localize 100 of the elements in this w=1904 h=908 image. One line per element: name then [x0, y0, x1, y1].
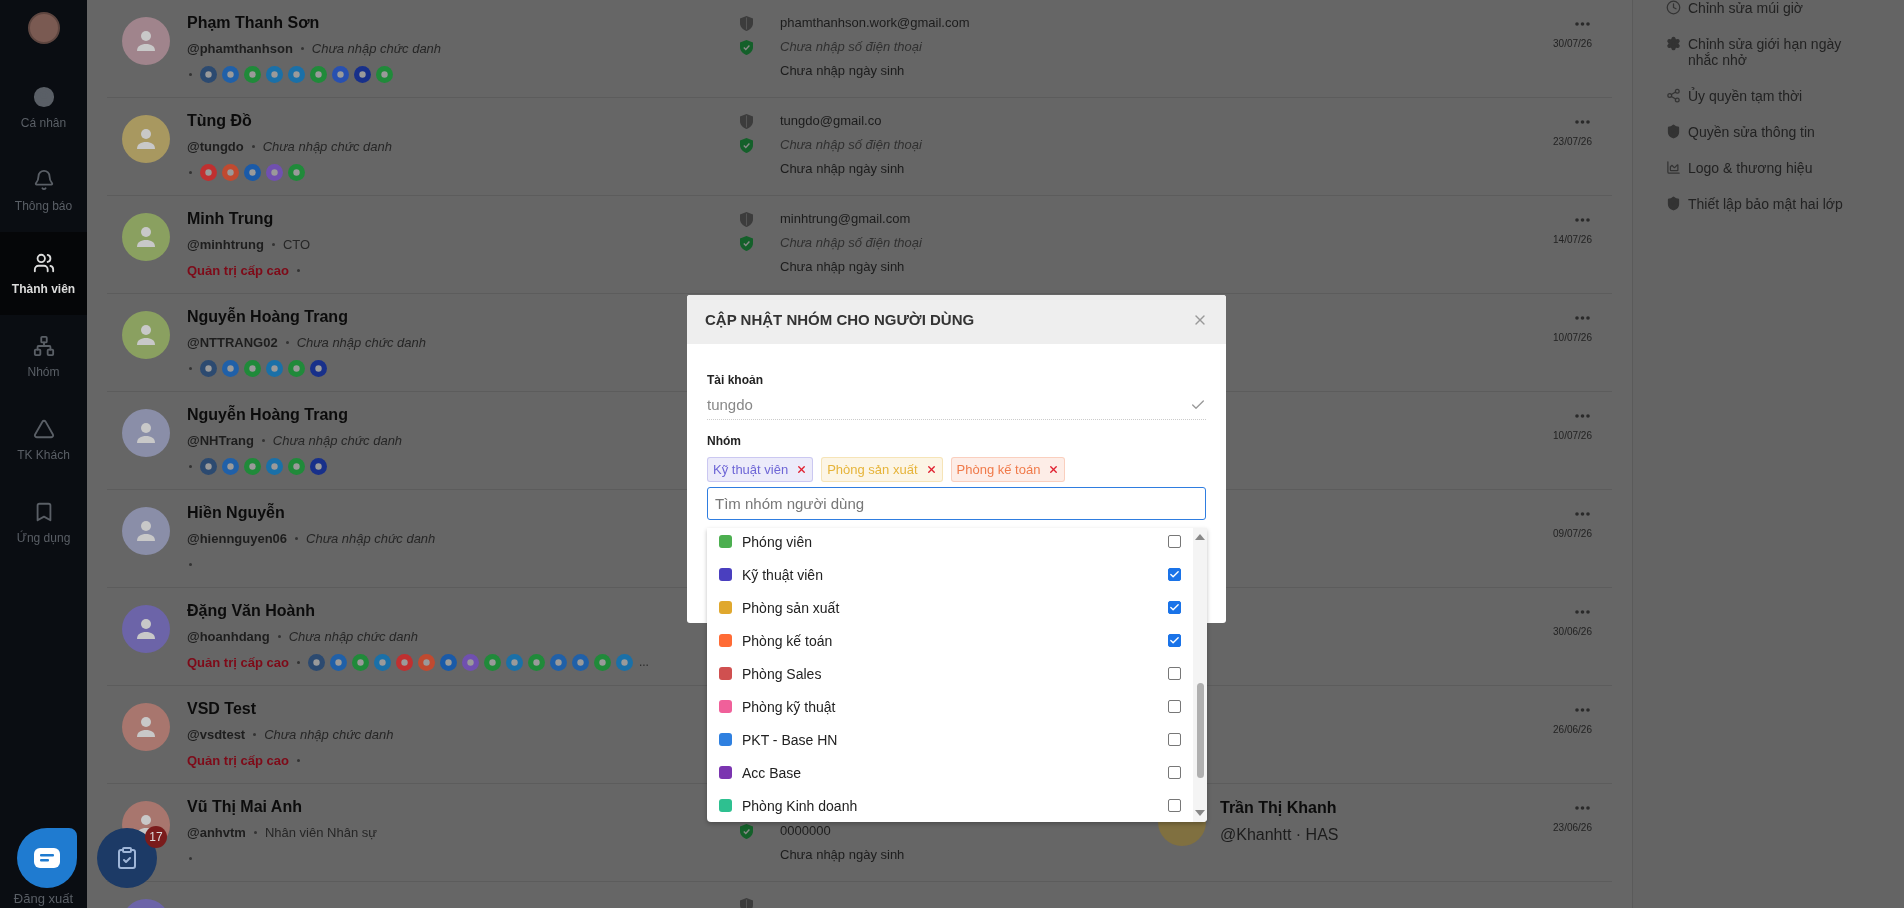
member-name: Minh Trung [187, 209, 274, 229]
separator-dot [251, 144, 255, 148]
separator-dot [189, 856, 192, 860]
more-icon [1574, 316, 1590, 320]
job-title: Chưa nhập chức danh [272, 432, 403, 448]
sidebar-item[interactable]: Thông báo [0, 149, 87, 232]
bell-icon [32, 168, 55, 191]
checkbox[interactable] [1168, 568, 1181, 581]
date-text: 10/07/26 [1553, 430, 1592, 441]
settings-link[interactable]: Chỉnh sửa múi giờ [1688, 0, 1858, 16]
job-title: Nhân viên Nhân sự [264, 824, 377, 840]
separator-dot [277, 634, 281, 638]
separator-dot [253, 732, 257, 736]
account-field[interactable]: tungdo [707, 396, 1206, 420]
role-label: Quản trị cấp cao [187, 262, 289, 278]
group-option[interactable]: PKT - Base HN [707, 723, 1193, 756]
remove-icon[interactable] [1048, 464, 1060, 475]
remove-icon[interactable] [796, 464, 808, 475]
scrollbar[interactable] [1193, 528, 1207, 822]
group-option[interactable]: Kỹ thuật viên [707, 558, 1193, 591]
date-text: 26/06/26 [1553, 724, 1592, 735]
more-icon [1574, 120, 1590, 124]
checkbox[interactable] [1168, 667, 1181, 680]
field-label: Tài khoản [707, 373, 764, 387]
group-option[interactable]: Acc Base [707, 756, 1193, 789]
sidebar-item[interactable]: Cá nhân [0, 66, 87, 149]
group-tag: Kỹ thuật viên [707, 457, 814, 482]
birthday-text: Chưa nhập ngày sinh [780, 62, 906, 80]
group-option[interactable]: Phòng kỹ thuật [707, 690, 1193, 723]
separator-dot [253, 830, 257, 834]
group-option[interactable]: Phòng Sales [707, 657, 1193, 690]
birthday-text: Chưa nhập ngày sinh [780, 258, 906, 276]
checkbox[interactable] [1168, 700, 1181, 713]
users-icon [32, 251, 55, 274]
separator-dot [189, 72, 192, 76]
group-option[interactable]: Phòng sản xuất [707, 591, 1193, 624]
date-text: 14/07/26 [1553, 234, 1592, 245]
share-icon [1666, 88, 1681, 103]
search-field[interactable]: Tìm nhóm người dùng [707, 487, 1206, 520]
separator-dot [296, 268, 300, 272]
shield-icon [1666, 124, 1681, 139]
username: @phamthanhson [187, 40, 293, 56]
more-icon [1574, 512, 1590, 516]
clipboard-icon [115, 846, 139, 870]
modal-title: CẬP NHẬT NHÓM CHO NGƯỜI DÙNG [705, 311, 975, 328]
job-title: Chưa nhập chức danh [311, 40, 442, 56]
manager-username: @Khanhtt · HAS [1220, 826, 1339, 844]
more-apps[interactable]: ... [638, 655, 649, 669]
date-text: 30/06/26 [1553, 626, 1592, 637]
check-icon [1169, 602, 1180, 613]
role-label: Quản trị cấp cao [187, 752, 289, 768]
date-text: 23/06/26 [1553, 822, 1592, 833]
date-text: 10/07/26 [1553, 332, 1592, 343]
check-icon [1169, 635, 1180, 646]
checkbox[interactable] [1168, 634, 1181, 647]
separator-dot [285, 340, 289, 344]
settings-link[interactable]: Ủy quyền tạm thời [1688, 88, 1858, 104]
member-name: Phạm Thanh Sơn [187, 13, 320, 33]
job-title: Chưa nhập chức danh [262, 138, 392, 154]
separator-dot [295, 536, 299, 540]
username: @tungdo [187, 138, 244, 154]
group-option[interactable]: Phóng viên [707, 528, 1193, 558]
sidebar-item[interactable]: Thành viên [0, 232, 87, 315]
logout-link[interactable]: Đăng xuất [0, 891, 87, 906]
sidebar-item[interactable]: TK Khách [0, 398, 87, 481]
separator-dot [189, 170, 192, 174]
role-label: Quản trị cấp cao [187, 654, 289, 670]
avatar[interactable] [27, 12, 60, 44]
checkbox[interactable] [1168, 535, 1181, 548]
settings-icon [1666, 36, 1681, 51]
separator-dot [189, 464, 192, 468]
email-text: tungdo@gmail.co [780, 112, 883, 130]
member-name: Hiền Nguyễn [187, 503, 285, 523]
email-text: minhtrung@gmail.com [780, 210, 912, 228]
username: @hiennguyen06 [187, 530, 288, 546]
triangle-icon [32, 417, 55, 440]
more-icon [1574, 22, 1590, 26]
group-tag: Phòng sản xuất [821, 457, 943, 482]
remove-icon[interactable] [925, 464, 937, 475]
settings-link[interactable]: Chỉnh sửa giới hạn ngày nhắc nhở [1688, 36, 1858, 68]
checkbox[interactable] [1168, 733, 1181, 746]
group-option[interactable]: Phòng Kinh doanh [707, 789, 1193, 822]
job-title: Chưa nhập chức danh [288, 628, 418, 644]
sidebar-item[interactable]: Ứng dụng [0, 481, 87, 564]
birthday-text: Chưa nhập ngày sinh [780, 846, 906, 864]
settings-link[interactable]: Quyền sửa thông tin [1688, 124, 1858, 140]
settings-link[interactable]: Logo & thương hiệu [1688, 160, 1858, 176]
checkbox[interactable] [1168, 799, 1181, 812]
group-option[interactable]: Phòng kế toán [707, 624, 1193, 657]
more-icon [1574, 708, 1590, 712]
settings-link[interactable]: Thiết lập bảo mật hai lớp [1688, 196, 1858, 212]
separator-dot [261, 438, 265, 442]
more-icon [1574, 806, 1590, 810]
checkbox[interactable] [1168, 766, 1181, 779]
username: @NTTRANG02 [187, 334, 278, 350]
job-title: Chưa nhập chức danh [296, 334, 426, 350]
checkbox[interactable] [1168, 601, 1181, 614]
email-text: phamthanhson.work@gmail.com [780, 14, 971, 32]
sidebar-item[interactable]: Nhóm [0, 315, 87, 398]
member-name: Đặng Văn Hoành [187, 601, 315, 621]
